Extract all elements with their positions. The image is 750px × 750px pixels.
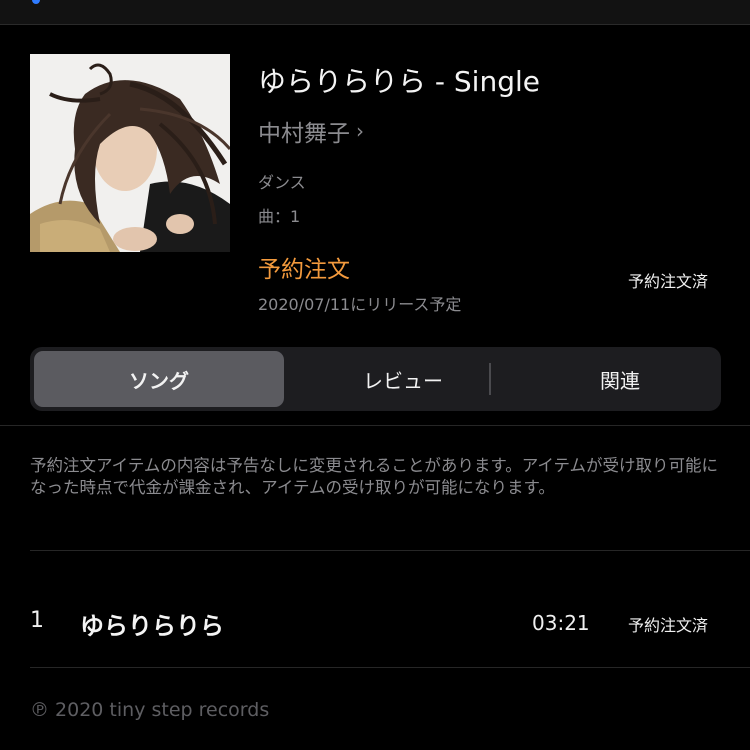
chevron-right-icon: › (356, 119, 364, 143)
tab-reviews[interactable]: レビュー (288, 351, 518, 407)
divider (0, 425, 750, 426)
album-title: ゆらりらりら - Single (258, 65, 540, 98)
status-indicator (32, 0, 40, 4)
artist-link[interactable]: 中村舞子 › (258, 114, 364, 148)
track-number: 1 (30, 608, 44, 633)
track-preorder-status: 予約注文済 (628, 616, 709, 635)
copyright-text: ℗ 2020 tiny step records (30, 699, 270, 721)
genre-label: ダンス (258, 173, 306, 192)
divider (30, 550, 750, 551)
song-count: 曲：1 (258, 207, 301, 226)
preorder-notice: 予約注文アイテムの内容は予告なしに変更されることがあります。アイテムが受け取り可… (30, 456, 719, 497)
segment-divider (489, 363, 491, 395)
track-title: ゆらりらりら (80, 612, 224, 640)
release-date: 2020/07/11にリリース予定 (258, 295, 462, 314)
album-artwork[interactable] (30, 54, 230, 252)
track-duration: 03:21 (532, 611, 590, 635)
artwork-image (30, 54, 230, 252)
tab-songs[interactable]: ソング (34, 351, 284, 407)
divider (30, 667, 750, 668)
preorder-label: 予約注文 (258, 257, 350, 283)
artist-name: 中村舞子 (258, 121, 350, 147)
top-bar (0, 0, 750, 25)
album-page: ゆらりらりら - Single 中村舞子 › ダンス 曲：1 予約注文 予約注文… (0, 0, 750, 750)
preorder-status: 予約注文済 (628, 272, 709, 291)
tab-related[interactable]: 関連 (522, 351, 718, 407)
segmented-control: ソング レビュー 関連 (30, 347, 721, 411)
